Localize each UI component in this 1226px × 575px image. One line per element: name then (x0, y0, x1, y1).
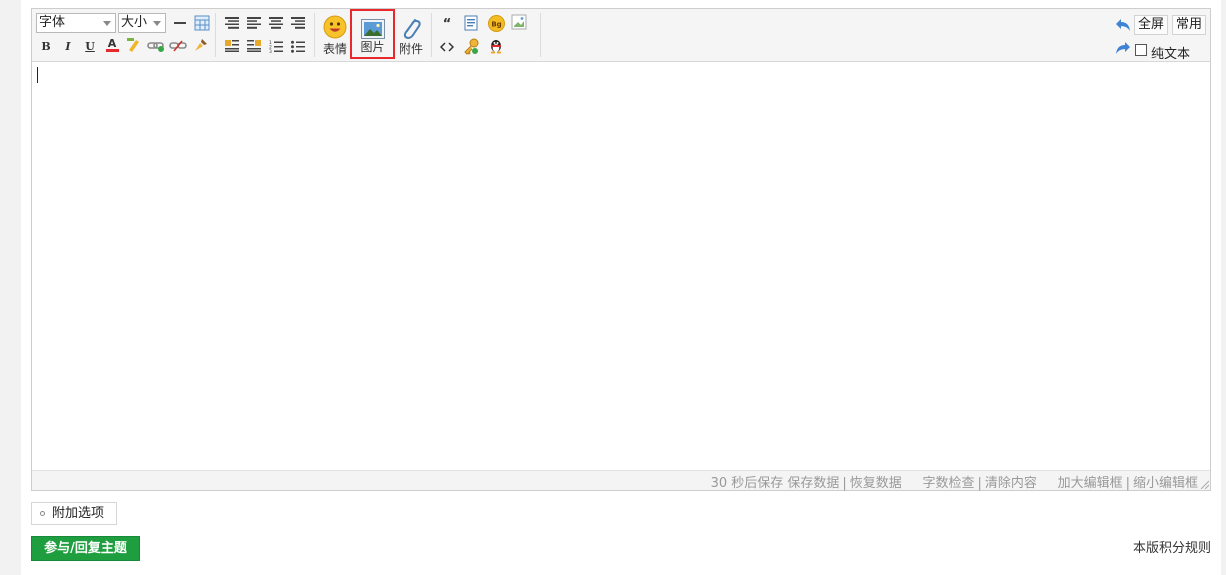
editor-toolbar: 字体 大小 B I U A 1 2 3 表情 图片 附件 “ Bg 全屏 常用 … (32, 9, 1210, 62)
link-icon[interactable] (147, 37, 165, 55)
plaintext-checkbox[interactable] (1135, 44, 1147, 56)
qq-penguin-icon[interactable] (487, 37, 505, 55)
undo-icon[interactable] (1114, 16, 1132, 34)
chevron-down-icon (103, 21, 111, 26)
text-caret (37, 67, 38, 83)
right-gutter (1221, 0, 1226, 575)
ordered-list-icon[interactable]: 123 (267, 37, 285, 55)
status-divider: | (1125, 476, 1130, 491)
submit-reply-button[interactable]: 参与/回复主题 (31, 536, 140, 561)
image-button[interactable]: 图片 (350, 9, 395, 59)
font-family-label: 字体 (39, 15, 66, 30)
status-divider: | (977, 476, 982, 491)
align-right-icon[interactable] (289, 14, 307, 32)
unordered-list-icon[interactable] (289, 37, 307, 55)
shrink-editor-link[interactable]: 缩小编辑框 (1133, 476, 1198, 491)
submit-reply-label: 参与/回复主题 (44, 541, 127, 556)
bold-glyph: B (41, 39, 51, 53)
italic-icon[interactable]: I (59, 37, 77, 55)
toolbar-separator (314, 13, 315, 57)
font-color-icon[interactable]: A (103, 36, 121, 54)
rich-text-editor: 字体 大小 B I U A 1 2 3 表情 图片 附件 “ Bg 全屏 常用 … (31, 8, 1211, 491)
align-justify-icon[interactable] (245, 14, 263, 32)
clear-format-brush-icon[interactable] (192, 36, 210, 54)
paperclip-icon (403, 19, 421, 40)
svg-text:3: 3 (269, 49, 272, 53)
attachment-label: 附件 (398, 42, 423, 56)
image-icon (361, 19, 385, 39)
underline-icon[interactable]: U (81, 37, 99, 55)
status-divider: | (842, 476, 847, 491)
align-center-icon[interactable] (267, 14, 285, 32)
bg-glyph: Bg (491, 20, 501, 28)
common-label: 常用 (1176, 17, 1203, 32)
font-color-glyph: A (107, 37, 117, 50)
additional-options-button[interactable]: 附加选项 (31, 502, 117, 525)
underline-glyph: U (85, 39, 95, 53)
left-gutter (0, 0, 21, 575)
highlight-marker-icon[interactable] (125, 36, 143, 54)
toolbar-separator (431, 13, 432, 57)
attachment-button[interactable]: 附件 (395, 11, 427, 59)
common-button[interactable]: 常用 (1172, 15, 1207, 35)
additional-options-label: 附加选项 (52, 506, 105, 521)
emoticon-button[interactable]: 表情 (320, 11, 350, 59)
quote-glyph: “ (442, 16, 452, 32)
table-icon[interactable] (193, 14, 211, 32)
restore-data-link[interactable]: 恢复数据 (850, 476, 902, 491)
emoticon-label: 表情 (322, 42, 347, 56)
save-data-link[interactable]: 保存数据 (787, 476, 839, 491)
word-count-link[interactable]: 字数检查 (922, 476, 974, 491)
broken-image-icon[interactable] (510, 13, 528, 31)
align-left-icon[interactable] (223, 14, 241, 32)
float-left-icon[interactable] (223, 37, 241, 55)
smiley-icon (323, 15, 347, 39)
password-key-icon[interactable] (462, 37, 480, 55)
bullet-icon (40, 511, 45, 516)
color-swatch (105, 49, 119, 52)
plaintext-label: 纯文本 (1151, 47, 1191, 62)
font-family-select[interactable]: 字体 (36, 13, 116, 33)
quote-icon[interactable]: “ (438, 15, 456, 33)
chevron-down-icon (153, 21, 161, 26)
redo-icon[interactable] (1114, 39, 1132, 57)
toolbar-separator (215, 13, 216, 57)
horizontal-rule-icon[interactable] (171, 14, 189, 32)
status-actions: 30 秒后保存 保存数据 | 恢复数据 字数检查 | 清除内容 加大编辑框 | 缩小编辑框 (711, 472, 1198, 491)
editor-statusbar: 30 秒后保存 保存数据 | 恢复数据 字数检查 | 清除内容 加大编辑框 | 缩小编辑框 (32, 470, 1210, 491)
autosave-countdown: 30 秒后保存 (710, 476, 784, 491)
float-right-icon[interactable] (245, 37, 263, 55)
resize-grip-icon[interactable] (1199, 479, 1209, 489)
unlink-icon[interactable] (169, 37, 187, 55)
bold-icon[interactable]: B (37, 37, 55, 55)
toolbar-separator (540, 13, 541, 57)
clear-content-link[interactable]: 清除内容 (985, 476, 1037, 491)
enlarge-editor-link[interactable]: 加大编辑框 (1058, 476, 1123, 491)
italic-glyph: I (65, 39, 71, 53)
font-size-select[interactable]: 大小 (118, 13, 166, 33)
background-color-icon[interactable]: Bg (487, 14, 505, 32)
font-size-label: 大小 (121, 15, 148, 30)
code-icon[interactable] (438, 38, 456, 56)
image-label: 图片 (360, 40, 385, 54)
fullscreen-button[interactable]: 全屏 (1134, 15, 1169, 35)
editor-content-area[interactable] (32, 63, 1210, 470)
paste-word-icon[interactable] (462, 14, 480, 32)
board-points-rules-link[interactable]: 本版积分规则 (1133, 537, 1211, 556)
fullscreen-label: 全屏 (1138, 17, 1165, 32)
